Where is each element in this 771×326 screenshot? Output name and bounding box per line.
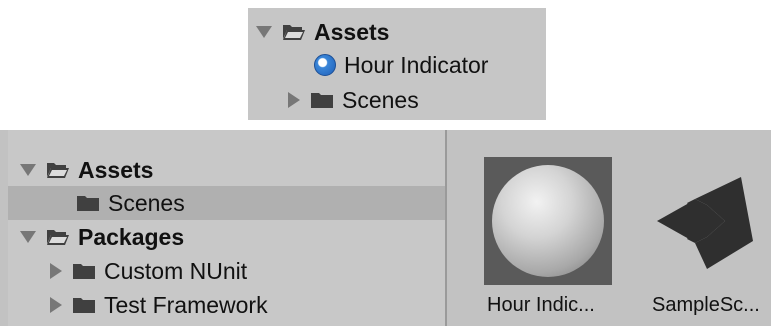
collapse-arrow-icon[interactable] (50, 263, 62, 279)
tree-item-label: Packages (78, 223, 185, 250)
asset-thumbnail-hour-indicator[interactable] (484, 157, 612, 285)
selection-highlight (8, 186, 445, 220)
collapse-arrow-icon[interactable] (50, 297, 62, 313)
expand-arrow-icon[interactable] (20, 164, 36, 176)
tree-item-scenes[interactable]: Scenes (288, 84, 419, 116)
expand-arrow-icon[interactable] (256, 26, 272, 38)
tree-item-label: Test Framework (104, 291, 268, 318)
tree-item-packages[interactable]: Packages (20, 221, 184, 253)
tree-item-label: Scenes (108, 189, 185, 216)
unity-scene-icon (657, 177, 753, 269)
material-sphere-icon (492, 165, 604, 277)
tree-item-label: Assets (314, 18, 390, 45)
folder-icon (72, 296, 96, 314)
tree-item-label: Custom NUnit (104, 257, 248, 284)
asset-label-hour-indicator[interactable]: Hour Indic... (487, 294, 595, 317)
folder-icon (72, 262, 96, 280)
top-project-tree: Assets Hour Indicator Scenes (248, 8, 546, 120)
tree-item-label: Scenes (342, 86, 419, 113)
collapse-arrow-icon[interactable] (288, 92, 300, 108)
material-icon (314, 54, 336, 76)
asset-label-sample-scene[interactable]: SampleSc... (652, 294, 760, 317)
folder-tree-pane: Assets Scenes Packages Custom NUnit Test… (8, 130, 445, 326)
tree-item-custom-nunit[interactable]: Custom NUnit (50, 255, 247, 287)
tree-item-assets[interactable]: Assets (20, 154, 153, 186)
folder-icon (76, 194, 100, 212)
open-folder-icon (46, 161, 70, 179)
tree-item-scenes[interactable]: Scenes (76, 187, 185, 219)
tree-item-label: Hour Indicator (344, 51, 489, 78)
folder-icon (310, 91, 334, 109)
tree-item-assets[interactable]: Assets (256, 16, 389, 48)
tree-item-hour-indicator[interactable]: Hour Indicator (314, 49, 488, 81)
expand-arrow-icon[interactable] (20, 231, 36, 243)
tree-item-label: Assets (78, 156, 154, 183)
open-folder-icon (46, 228, 70, 246)
asset-thumbnail-sample-scene[interactable] (643, 157, 771, 285)
open-folder-icon (282, 23, 306, 41)
tree-item-test-framework[interactable]: Test Framework (50, 289, 268, 321)
